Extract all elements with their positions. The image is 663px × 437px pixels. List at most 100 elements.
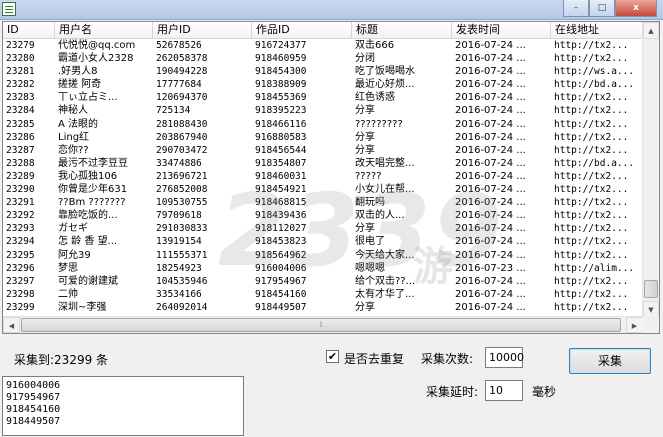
table-cell: 怎 龄 香 望... (58, 236, 118, 248)
table-cell: 2016-07-24 ... (455, 236, 526, 248)
table-row[interactable]: 23279 代悦悦@qq.com 52678526 916724377 双击666 201… (3, 39, 659, 52)
table-row[interactable]: 23296 梦思 18254923 916004006 嗯嗯嗯 2016-07-23 ..… (3, 262, 659, 275)
log-line: 916004006 (6, 380, 61, 391)
table-row[interactable]: 23299 深圳~李强 264092014 918449507 分享 2016-07-24… (3, 301, 659, 314)
vertical-scroll-thumb[interactable] (644, 280, 658, 298)
table-row[interactable]: 23292 靠脸吃饭的... 79709618 918439436 双击的人... 201… (3, 209, 659, 222)
table-cell: 918112027 (255, 223, 307, 235)
table-cell: 918395223 (255, 105, 307, 117)
table-cell: 梦思 (58, 262, 78, 274)
table-cell: 最近心好烦... (355, 79, 415, 91)
table-cell: 918468815 (255, 197, 307, 209)
table-cell: 918466116 (255, 118, 307, 130)
column-header-work-id[interactable]: 作品ID (252, 22, 352, 39)
app-icon (2, 2, 16, 16)
column-header-title[interactable]: 标题 (352, 22, 452, 39)
table-row[interactable]: 23281 .好男人8 190494228 918454300 吃了饭喝喝水 2016-0… (3, 65, 659, 78)
table-cell: 双击666 (355, 40, 395, 51)
minimize-button[interactable]: – (563, 0, 589, 17)
table-row[interactable]: 23297 可爱的谢建斌 104535946 917954967 给个双击??... 20… (3, 275, 659, 288)
table-cell: 109530755 (156, 197, 208, 209)
table-row[interactable]: 23291 ??Bm ??????? 109530755 918468815 翻玩吗 20… (3, 196, 659, 209)
table-cell: 2016-07-24 ... (455, 210, 526, 222)
table-cell: 2016-07-24 ... (455, 249, 526, 261)
table-row[interactable]: 23287 恋你?? 290703472 918456544 分享 2016-07-24 … (3, 144, 659, 157)
table-row[interactable]: 23295 阿允39 111555371 918564962 今天给大家... 2016-… (3, 249, 659, 262)
table-cell: 23292 (6, 210, 35, 222)
table-row[interactable]: 23280 霸道小女人2328 262058378 918460959 分闭 2016-0… (3, 52, 659, 65)
table-row[interactable]: 23294 怎 龄 香 望... 13919154 918453823 很电了 2016-… (3, 235, 659, 248)
table-cell: 23297 (6, 275, 35, 287)
table-cell: 分闭 (355, 53, 375, 65)
column-header-publish-time[interactable]: 发表时间 (452, 22, 551, 39)
table-cell: 918460959 (255, 53, 307, 65)
table-row[interactable]: 23286 Ling红 203867940 916880583 分享 2016-07-24… (3, 131, 659, 144)
close-button[interactable]: x (615, 0, 657, 17)
collected-count-label: 采集到:23299 条 (14, 353, 109, 367)
table-cell: 918388909 (255, 79, 307, 91)
scroll-up-arrow-icon[interactable]: ▲ (643, 22, 659, 39)
table-cell: 分享 (355, 223, 375, 235)
table-cell: 52678526 (156, 40, 202, 51)
table-cell: 276852008 (156, 184, 208, 196)
table-row[interactable]: 23284 神秘人 725134 918395223 分享 2016-07-24 ... h… (3, 104, 659, 117)
list-rows: 23279 代悦悦@qq.com 52678526 916724377 双击666 201… (3, 39, 659, 314)
table-cell: A 法眼的 (58, 118, 99, 130)
table-cell: 小女儿在帮... (355, 184, 415, 196)
table-cell: 23287 (6, 144, 35, 156)
table-cell: 23293 (6, 223, 35, 235)
table-cell: 你曾是少年631 (58, 184, 128, 196)
table-cell: 291030833 (156, 223, 208, 235)
table-cell: 最污不过李豆豆 (58, 157, 128, 169)
table-cell: 23281 (6, 66, 35, 78)
scroll-right-arrow-icon[interactable]: ▶ (626, 317, 643, 333)
horizontal-scroll-thumb[interactable]: ⁞ (21, 318, 621, 332)
column-header-id[interactable]: ID (3, 22, 55, 39)
table-cell: 代悦悦@qq.com (58, 40, 136, 51)
table-cell: 翻玩吗 (355, 197, 385, 209)
table-row[interactable]: 23298 二帅 33534166 918454160 太有才华了... 2016-07-… (3, 288, 659, 301)
table-cell: 918439436 (255, 210, 307, 222)
table-cell: 二帅 (58, 288, 78, 300)
table-cell: 111555371 (156, 249, 208, 261)
table-row[interactable]: 23282 搓搓 阿奇 17777684 918388909 最近心好烦... 2016-… (3, 78, 659, 91)
table-row[interactable]: 23283 丅ぃ立占ミ... 120694370 918455369 红色诱惑 2016-… (3, 91, 659, 104)
horizontal-scrollbar[interactable]: ◀ ⁞ ▶ (3, 316, 643, 333)
log-output-textarea[interactable]: 916004006 917954967 918454160 918449507 (2, 376, 244, 436)
list-header: ID 用户名 用户ID 作品ID 标题 发表时间 在线地址 (3, 22, 659, 39)
table-cell: 2016-07-24 ... (455, 40, 526, 51)
table-cell: 79709618 (156, 210, 202, 222)
table-cell: 23283 (6, 92, 35, 104)
table-row[interactable]: 23285 A 法眼的 281088430 918466116????????? 201… (3, 118, 659, 131)
column-header-user-id[interactable]: 用户ID (153, 22, 252, 39)
collect-button[interactable]: 采集 (569, 348, 651, 374)
maximize-button[interactable]: □ (589, 0, 615, 17)
table-cell: 搓搓 阿奇 (58, 79, 102, 91)
table-cell: 23294 (6, 236, 35, 248)
table-cell: 23296 (6, 262, 35, 274)
table-cell: .好男人8 (58, 66, 98, 78)
table-row[interactable]: 23288 最污不过李豆豆 33474886 918354807 改天唱完整... 201… (3, 157, 659, 170)
table-row[interactable]: 23293 ガセギ 291030833 918112027 分享 2016-07-24 .… (3, 222, 659, 235)
table-cell: 918460031 (255, 170, 307, 182)
table-cell: 916724377 (255, 40, 307, 51)
table-cell: 可爱的谢建斌 (58, 275, 118, 287)
table-cell: 2016-07-24 ... (455, 197, 526, 209)
table-row[interactable]: 23289 我心孤独106 213696721 918460031????? 2016-… (3, 170, 659, 183)
table-cell: 33474886 (156, 157, 202, 169)
collect-delay-input[interactable]: 10 (485, 380, 523, 401)
log-line: 917954967 (6, 392, 61, 403)
table-cell: 13919154 (156, 236, 202, 248)
dedupe-checkbox[interactable]: ✔ (326, 350, 339, 363)
table-row[interactable]: 23290 你曾是少年631 276852008 918454921 小女儿在帮... 2… (3, 183, 659, 196)
results-list-view[interactable]: ID 用户名 用户ID 作品ID 标题 发表时间 在线地址 23279 代悦悦@q… (2, 21, 660, 334)
column-header-username[interactable]: 用户名 (55, 22, 153, 39)
vertical-scrollbar[interactable]: ▲ ▼ (642, 22, 659, 318)
table-cell: 给个双击??... (355, 275, 416, 287)
collect-count-input[interactable]: 10000 (485, 347, 524, 368)
table-cell: 双击的人... (355, 210, 405, 222)
table-cell: 神秘人 (58, 105, 88, 117)
table-cell: 2016-07-24 ... (455, 53, 526, 65)
scroll-left-arrow-icon[interactable]: ◀ (3, 317, 20, 333)
table-cell: 2016-07-24 ... (455, 66, 526, 78)
